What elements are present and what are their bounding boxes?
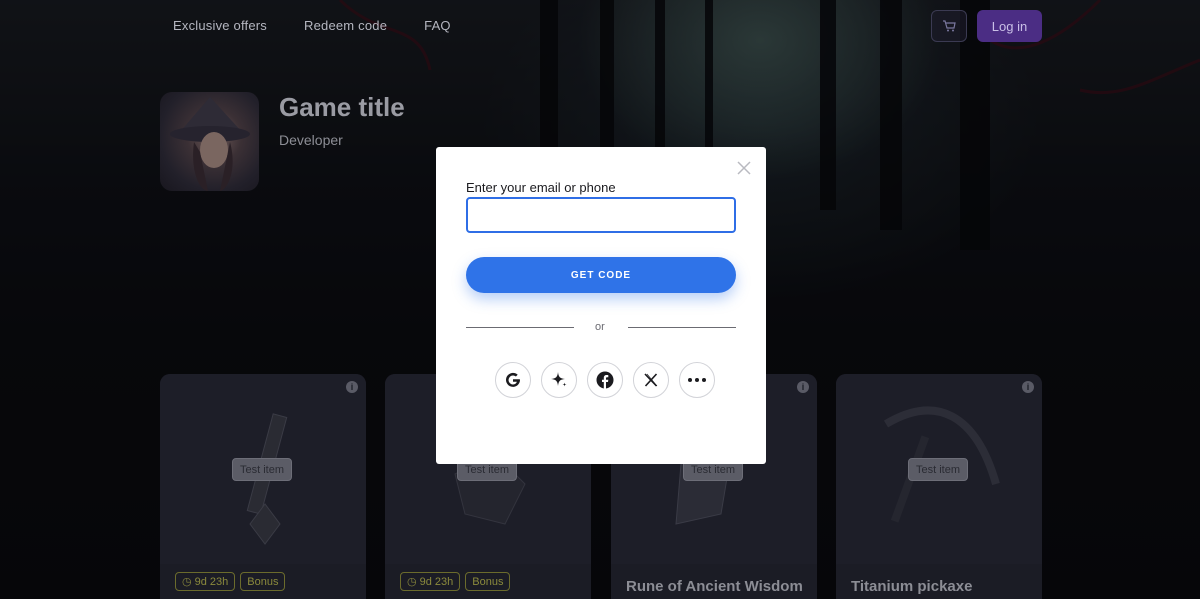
- google-icon: [506, 372, 520, 387]
- sparkle-login-button[interactable]: [541, 362, 577, 398]
- top-nav: Exclusive offers Redeem code FAQ: [173, 18, 488, 33]
- timer-badge: ◷ 9d 23h: [175, 572, 236, 591]
- item-tag: Test item: [908, 458, 969, 481]
- info-icon[interactable]: i: [346, 381, 358, 393]
- item-chips: ◷ 9d 23h Bonus: [175, 572, 286, 591]
- item-name: Rune of Ancient Wisdom: [626, 578, 803, 595]
- item-tag: Test item: [232, 458, 293, 481]
- facebook-login-button[interactable]: [587, 362, 623, 398]
- game-title: Game title: [279, 92, 405, 122]
- sparkle-icon: [551, 372, 567, 387]
- item-name: Titanium pickaxe: [851, 578, 973, 595]
- get-code-button[interactable]: GET CODE: [466, 257, 736, 293]
- close-icon[interactable]: [736, 160, 752, 176]
- divider-right: [628, 327, 736, 328]
- x-login-button[interactable]: [633, 362, 669, 398]
- bonus-badge: Bonus: [240, 572, 286, 591]
- game-cover-image: [160, 92, 259, 191]
- item-chips: ◷ 9d 23h Bonus: [400, 572, 511, 591]
- x-icon: [644, 373, 658, 387]
- timer-text: 9d 23h: [419, 575, 454, 588]
- clock-icon: ◷: [407, 576, 417, 588]
- timer-text: 9d 23h: [194, 575, 229, 588]
- more-options-button[interactable]: [679, 362, 715, 398]
- nav-redeem-code[interactable]: Redeem code: [304, 18, 387, 33]
- google-login-button[interactable]: [495, 362, 531, 398]
- email-phone-input[interactable]: [466, 197, 736, 233]
- info-icon[interactable]: i: [1022, 381, 1034, 393]
- timer-badge: ◷ 9d 23h: [400, 572, 461, 591]
- bonus-badge: Bonus: [465, 572, 511, 591]
- divider-left: [466, 327, 574, 328]
- more-icon: [688, 378, 706, 382]
- item-card[interactable]: i Test item ◷ 9d 23h Bonus: [160, 374, 366, 599]
- clock-icon: ◷: [182, 576, 192, 588]
- info-icon[interactable]: i: [797, 381, 809, 393]
- login-button[interactable]: Log in: [977, 10, 1042, 42]
- item-card[interactable]: i Test item Titanium pickaxe: [836, 374, 1042, 599]
- nav-faq[interactable]: FAQ: [424, 18, 451, 33]
- social-login-row: [495, 362, 715, 398]
- nav-exclusive-offers[interactable]: Exclusive offers: [173, 18, 267, 33]
- facebook-icon: [596, 371, 614, 389]
- cart-icon: [943, 20, 956, 32]
- developer-name: Developer: [279, 132, 343, 148]
- email-phone-label: Enter your email or phone: [466, 180, 616, 195]
- cart-button[interactable]: [931, 10, 967, 42]
- divider-or: or: [595, 321, 605, 333]
- login-modal: Enter your email or phone GET CODE or: [436, 147, 766, 464]
